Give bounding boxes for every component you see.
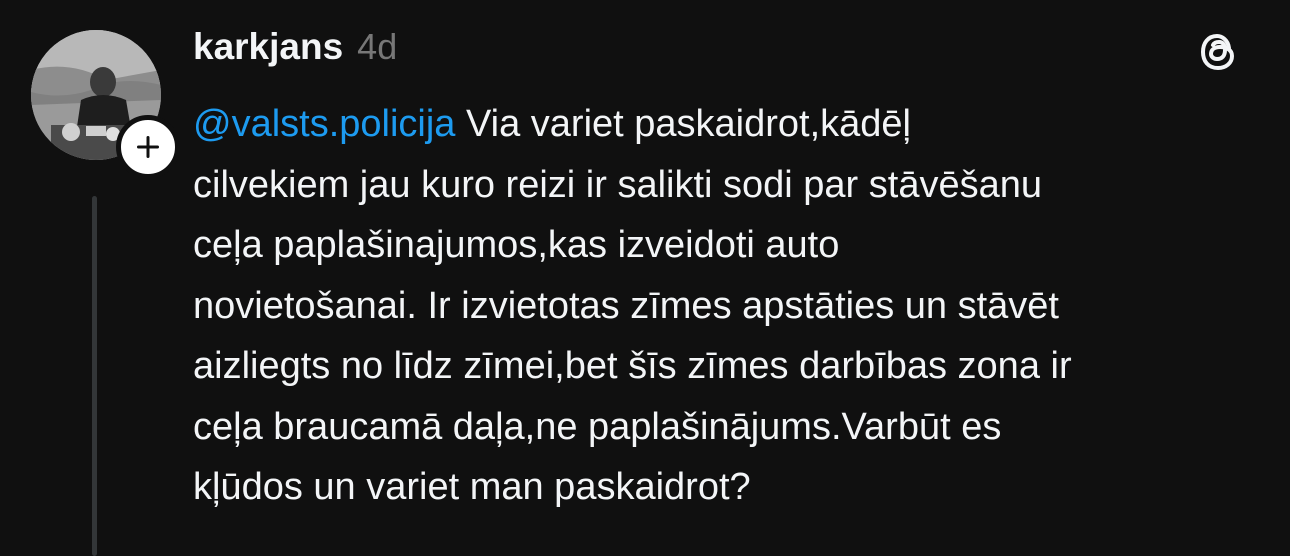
post-line-3: ceļa paplašinajumos,kas izveidoti auto — [193, 224, 840, 266]
thread-post: karkjans 4d @valsts.policija Via variet … — [0, 0, 1290, 556]
post-line-6: ceļa braucamā daļa,ne paplašinājums.Varb… — [193, 405, 1002, 448]
post-line-4: novietošanai. Ir izvietotas zīmes apstāt… — [193, 284, 1059, 327]
post-line-5: aizliegts no līdz zīmei,bet šīs zīmes da… — [193, 345, 1072, 387]
post-line-1: @valsts.policija Via variet paskaidrot,k… — [193, 94, 1263, 155]
follow-button[interactable] — [116, 115, 180, 179]
post-line-7: kļūdos un variet man paskaidrot? — [193, 466, 751, 508]
post-header: karkjans 4d — [193, 26, 397, 82]
post-timestamp: 4d — [357, 26, 398, 67]
avatar-container — [31, 30, 180, 179]
thread-connector-line — [92, 196, 97, 556]
threads-logo-icon[interactable] — [1195, 28, 1243, 76]
plus-icon — [137, 136, 159, 158]
post-line-1-text: Via variet paskaidrot,kādēļ — [455, 103, 911, 145]
mention-link[interactable]: @valsts.policija — [193, 103, 455, 145]
username-link[interactable]: karkjans — [193, 26, 343, 68]
post-line-2: cilvekiem jau kuro reizi ir salikti sodi… — [193, 163, 1042, 206]
post-body: @valsts.policija Via variet paskaidrot,k… — [193, 94, 1263, 518]
